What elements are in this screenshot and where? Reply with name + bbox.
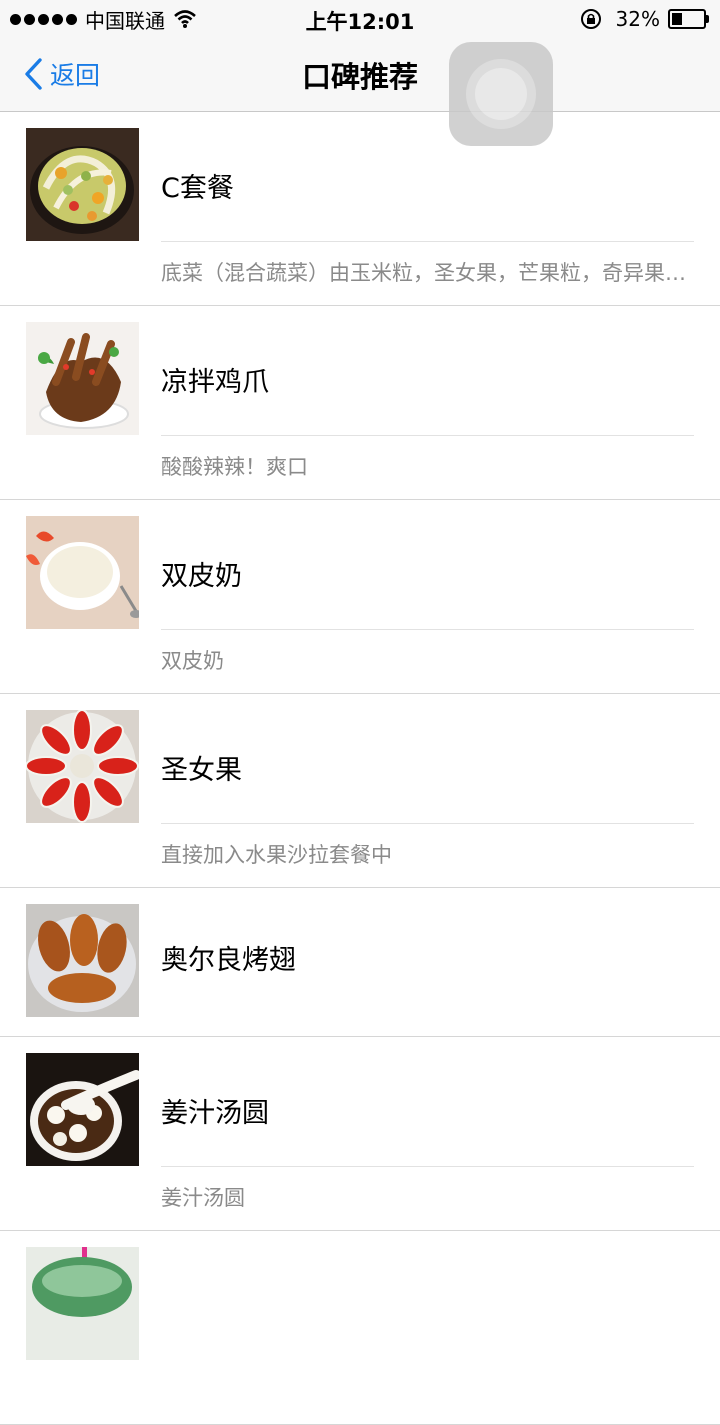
dish-thumbnail: [26, 710, 139, 823]
dish-list: C套餐 底菜（混合蔬菜）由玉米粒，圣女果，芒果粒，奇异果组成 凉拌鸡爪 酸酸辣辣…: [0, 112, 720, 1425]
list-item[interactable]: 双皮奶 双皮奶: [0, 500, 720, 694]
list-item[interactable]: 奥尔良烤翅: [0, 888, 720, 1037]
item-name: C套餐: [161, 173, 234, 204]
dish-thumbnail: [26, 904, 139, 1017]
item-name: 凉拌鸡爪: [161, 367, 269, 398]
navigation-bar: 返回 口碑推荐: [0, 38, 720, 146]
item-description: 直接加入水果沙拉套餐中: [161, 843, 392, 867]
orientation-lock-icon: [580, 9, 601, 29]
row-divider: [161, 241, 694, 242]
dish-thumbnail: [26, 128, 139, 241]
row-divider: [161, 1166, 694, 1167]
dish-thumbnail: [26, 322, 139, 435]
item-name: 圣女果: [161, 755, 242, 786]
item-name: 姜汁汤圆: [161, 1098, 269, 1129]
page-title: 口碑推荐: [301, 60, 418, 94]
row-divider: [161, 629, 694, 630]
row-divider: [161, 435, 694, 436]
dish-thumbnail: [26, 1247, 139, 1360]
item-description: 底菜（混合蔬菜）由玉米粒，圣女果，芒果粒，奇异果组成: [161, 261, 698, 285]
battery-icon: [668, 9, 709, 29]
item-description: 双皮奶: [161, 649, 224, 673]
list-item[interactable]: 圣女果 直接加入水果沙拉套餐中: [0, 694, 720, 888]
list-item[interactable]: C套餐 底菜（混合蔬菜）由玉米粒，圣女果，芒果粒，奇异果组成: [0, 112, 720, 306]
list-item[interactable]: [0, 1231, 720, 1425]
status-right: 32%: [580, 6, 709, 32]
item-name: 奥尔良烤翅: [161, 945, 296, 976]
battery-fill: [672, 13, 682, 25]
dish-thumbnail: [26, 516, 139, 629]
list-item[interactable]: 姜汁汤圆 姜汁汤圆: [0, 1037, 720, 1231]
battery-percent: 32%: [615, 7, 660, 31]
status-bar: 中国联通 上午12:01 32%: [0, 0, 720, 38]
row-divider: [161, 823, 694, 824]
item-name: 双皮奶: [161, 561, 242, 592]
dish-thumbnail: [26, 1053, 139, 1166]
list-item[interactable]: 凉拌鸡爪 酸酸辣辣！爽口: [0, 306, 720, 500]
item-description: 酸酸辣辣！爽口: [161, 455, 308, 479]
item-description: 姜汁汤圆: [161, 1186, 245, 1210]
